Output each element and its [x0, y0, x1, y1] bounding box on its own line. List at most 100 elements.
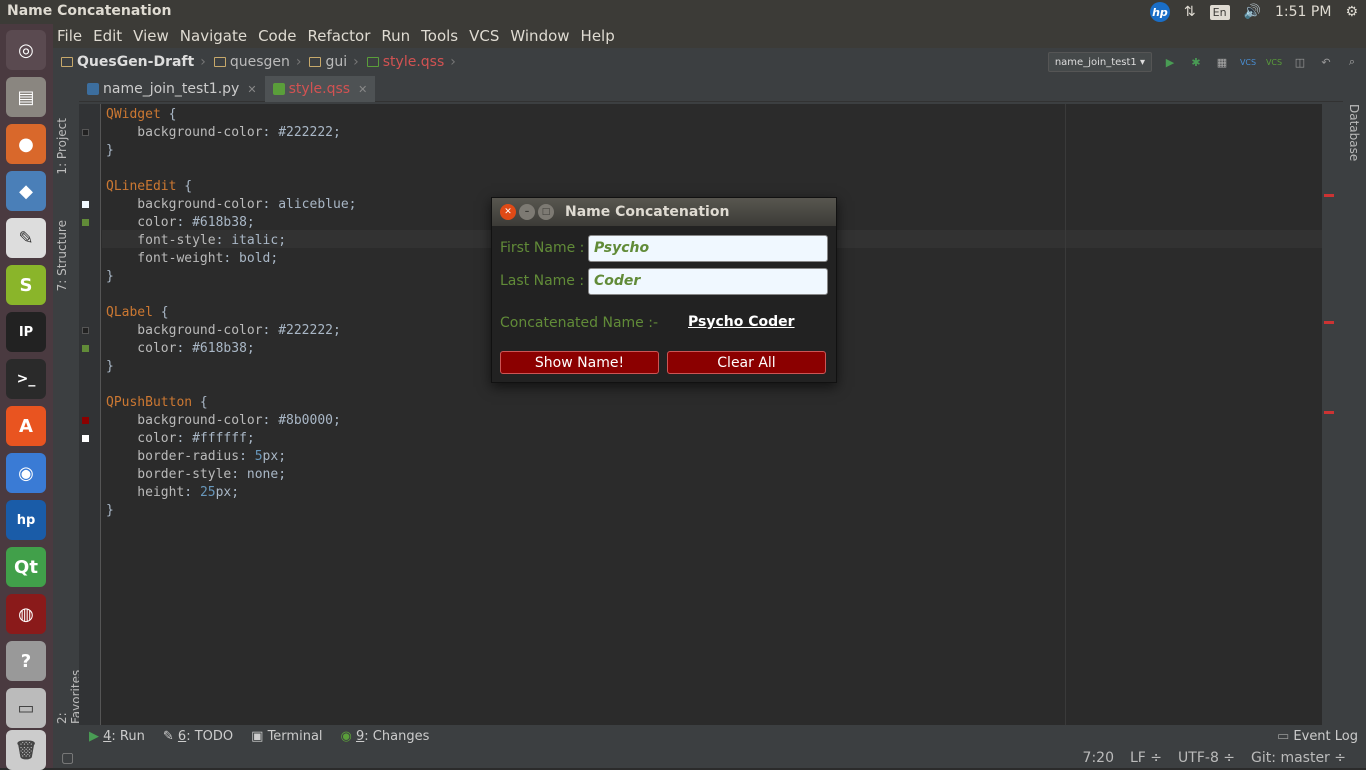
keyboard-layout-indicator[interactable]: En — [1209, 4, 1230, 20]
system-tray: hp ⇅ En 🔊 1:51 PM ⚙ — [1149, 2, 1358, 22]
code-line: } — [106, 269, 114, 284]
code-line: color: #ffffff; — [106, 431, 255, 446]
menu-help[interactable]: Help — [581, 27, 615, 45]
dialog-titlebar[interactable]: ✕ – □ Name Concatenation — [492, 198, 836, 226]
chromium-icon[interactable]: ◉ — [6, 453, 46, 493]
terminal-icon[interactable]: >_ — [6, 359, 46, 399]
drive-icon[interactable]: ▭ — [6, 688, 46, 728]
debug-icon[interactable]: ✱ — [1188, 54, 1204, 70]
menu-navigate[interactable]: Navigate — [180, 27, 247, 45]
revert-icon[interactable]: ↶ — [1318, 54, 1334, 70]
code-line: QLineEdit { — [106, 179, 193, 194]
database-tool-tab[interactable]: Database — [1347, 104, 1361, 161]
tab-style-qss[interactable]: style.qss ✕ — [264, 76, 376, 102]
last-name-input[interactable]: Coder — [588, 268, 828, 295]
text-editor-icon[interactable]: ✎ — [6, 218, 46, 258]
menu-view[interactable]: View — [133, 27, 169, 45]
error-stripe-mark[interactable] — [1324, 411, 1334, 414]
first-name-input[interactable]: Psycho — [588, 235, 828, 262]
software-center-icon[interactable]: A — [6, 406, 46, 446]
help-icon[interactable]: ? — [6, 641, 46, 681]
pycharm-icon[interactable]: S — [6, 265, 46, 305]
clear-all-button[interactable]: Clear All — [667, 351, 826, 374]
name-concatenation-dialog: ✕ – □ Name Concatenation First Name : Ps… — [491, 197, 837, 383]
breadcrumb-project[interactable]: QuesGen-Draft › — [61, 54, 206, 70]
menu-code[interactable]: Code — [258, 27, 296, 45]
toolbar: name_join_test1 ▾ ▶ ✱ ▦ VCS VCS ◫ ↶ ⌕ — [1047, 50, 1366, 74]
code-line: font-weight: bold; — [106, 251, 279, 266]
terminal-icon: ▣ — [251, 728, 264, 744]
error-stripe-mark[interactable] — [1324, 321, 1334, 324]
color-swatch — [82, 417, 89, 424]
maximize-icon[interactable]: □ — [538, 204, 554, 220]
todo-tool-tab[interactable]: ✎ 6: TODO — [163, 729, 233, 744]
menu-window[interactable]: Window — [510, 27, 569, 45]
menu-tools[interactable]: Tools — [421, 27, 458, 45]
compare-icon[interactable]: ◫ — [1292, 54, 1308, 70]
breadcrumb-file[interactable]: style.qss › — [366, 54, 456, 70]
coverage-icon[interactable]: ▦ — [1214, 54, 1230, 70]
run-icon[interactable]: ▶ — [1162, 54, 1178, 70]
app-icon[interactable]: ◍ — [6, 594, 46, 634]
status-bar: ▢ 7:20 LF ÷ UTF-8 ÷ Git: master ÷ — [53, 748, 1366, 768]
project-tool-tab[interactable]: 1: Project — [55, 118, 69, 175]
code-line: background-color: #8b0000; — [106, 413, 341, 428]
tab-name-join-test1[interactable]: name_join_test1.py ✕ — [79, 76, 265, 102]
menu-bar: File Edit View Navigate Code Refactor Ru… — [53, 24, 1366, 48]
settings-gear-icon[interactable]: ⚙ — [1345, 4, 1358, 20]
code-line: font-style: italic; — [106, 233, 287, 248]
qss-file-icon — [272, 83, 285, 95]
code-line: QLabel { — [106, 305, 169, 320]
ipython-icon[interactable]: IP — [6, 312, 46, 352]
code-line: background-color: #222222; — [106, 125, 341, 140]
show-name-button[interactable]: Show Name! — [500, 351, 659, 374]
color-swatch — [82, 219, 89, 226]
menu-refactor[interactable]: Refactor — [307, 27, 370, 45]
event-log-tab[interactable]: ▭ Event Log — [1277, 729, 1358, 744]
vcs-update-icon[interactable]: VCS — [1240, 54, 1256, 70]
qt-creator-icon[interactable]: Qt — [6, 547, 46, 587]
virtualbox-icon[interactable]: ◆ — [6, 171, 46, 211]
search-icon[interactable]: ⌕ — [1344, 54, 1360, 70]
files-icon[interactable]: ▤ — [6, 77, 46, 117]
minimize-icon[interactable]: – — [519, 204, 535, 220]
caret-position[interactable]: 7:20 — [1083, 750, 1114, 766]
menu-run[interactable]: Run — [381, 27, 410, 45]
hp-support-icon[interactable]: hp — [6, 500, 46, 540]
menu-vcs[interactable]: VCS — [469, 27, 499, 45]
file-encoding[interactable]: UTF-8 ÷ — [1178, 750, 1235, 766]
run-tool-tab[interactable]: ▶ 4: Run — [89, 729, 145, 744]
menu-file[interactable]: File — [57, 27, 82, 45]
structure-tool-tab[interactable]: 7: Structure — [55, 220, 69, 291]
network-icon[interactable]: ⇅ — [1184, 4, 1196, 20]
menu-edit[interactable]: Edit — [93, 27, 122, 45]
breadcrumb-quesgen[interactable]: quesgen › — [213, 54, 301, 70]
hp-icon[interactable]: hp — [1149, 2, 1170, 22]
run-config-select[interactable]: name_join_test1 ▾ — [1047, 52, 1152, 72]
close-icon[interactable]: ✕ — [358, 83, 367, 96]
firefox-icon[interactable]: ● — [6, 124, 46, 164]
dash-home-icon[interactable]: ◎ — [6, 30, 46, 70]
vcs-commit-icon[interactable]: VCS — [1266, 54, 1282, 70]
line-separator[interactable]: LF ÷ — [1130, 750, 1162, 766]
error-stripe-mark[interactable] — [1324, 194, 1334, 197]
editor-tabs: name_join_test1.py ✕ style.qss ✕ — [79, 76, 1343, 102]
tool-windows-icon[interactable]: ▢ — [61, 750, 74, 766]
run-icon: ▶ — [89, 728, 99, 744]
volume-icon[interactable]: 🔊 — [1244, 4, 1261, 20]
git-branch[interactable]: Git: master ÷ — [1251, 750, 1346, 766]
clock[interactable]: 1:51 PM — [1275, 4, 1331, 20]
dialog-title: Name Concatenation — [565, 204, 730, 220]
code-line: background-color: #222222; — [106, 323, 341, 338]
breadcrumb-gui[interactable]: gui › — [309, 54, 359, 70]
folder-icon — [61, 57, 73, 67]
trash-icon[interactable]: 🗑 — [6, 730, 46, 770]
terminal-tool-tab[interactable]: ▣ Terminal — [251, 729, 322, 744]
close-icon[interactable]: ✕ — [500, 204, 516, 220]
close-icon[interactable]: ✕ — [247, 83, 256, 96]
changes-tool-tab[interactable]: ◉ 9: Changes — [341, 729, 430, 744]
folder-icon — [309, 57, 322, 67]
color-swatch — [82, 129, 89, 136]
